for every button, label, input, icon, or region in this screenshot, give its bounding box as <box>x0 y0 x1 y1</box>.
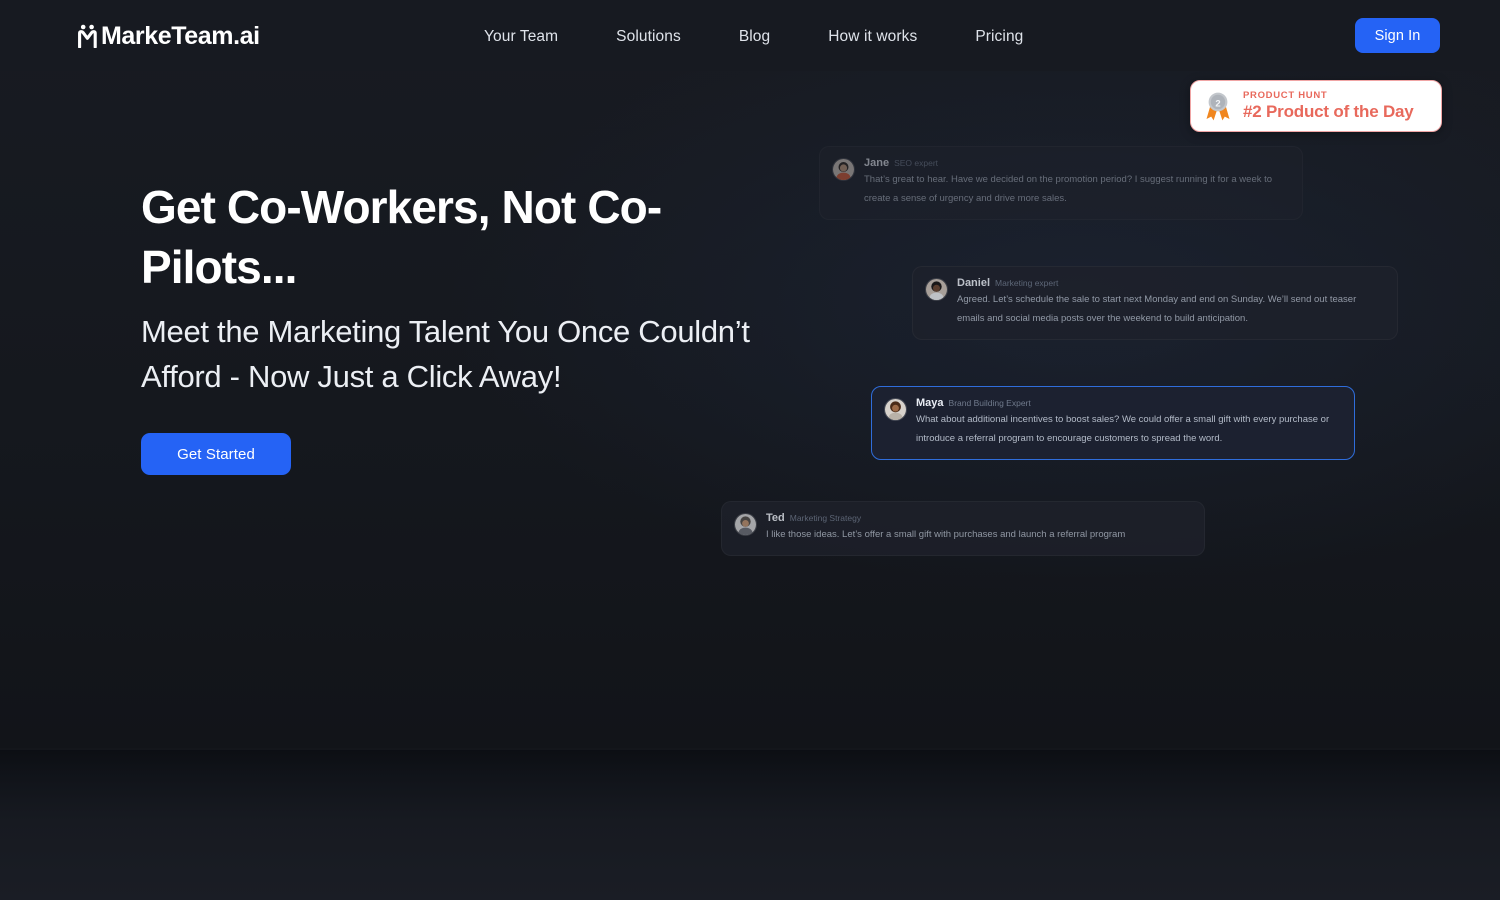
sign-in-button[interactable]: Sign In <box>1355 18 1440 53</box>
chat-message-jane: Jane SEO expert That’s great to hear. Ha… <box>819 146 1303 220</box>
chat-role-daniel: Marketing expert <box>995 278 1059 288</box>
nav-item-solutions[interactable]: Solutions <box>587 22 710 52</box>
product-hunt-kicker: PRODUCT HUNT <box>1243 89 1328 101</box>
nav-item-how-it-works[interactable]: How it works <box>799 22 946 52</box>
product-hunt-text: PRODUCT HUNT #2 Product of the Day <box>1243 90 1414 123</box>
team-cards-row: Maya Brand Marketing <box>0 500 1500 748</box>
chat-author-jane: Jane <box>864 157 890 169</box>
chat-author-daniel: Daniel <box>957 277 991 289</box>
marketeam-logo-icon <box>78 24 100 49</box>
chat-text-daniel: Agreed. Let’s schedule the sale to start… <box>957 294 1357 324</box>
chat-body-maya: Maya Brand Building Expert What about ad… <box>916 397 1340 447</box>
chat-message-daniel: Daniel Marketing expert Agreed. Let’s sc… <box>912 266 1398 340</box>
nav-item-pricing[interactable]: Pricing <box>946 22 1052 52</box>
hero-content: Get Co-Workers, Not Co-Pilots... Meet th… <box>141 178 761 476</box>
nav-item-your-team[interactable]: Your Team <box>455 22 587 52</box>
chat-text-jane: That’s great to hear. Have we decided on… <box>864 174 1273 204</box>
chat-body-daniel: Daniel Marketing expert Agreed. Let’s sc… <box>957 277 1383 327</box>
svg-text:2: 2 <box>1215 98 1220 109</box>
site-header: MarkeTeam.ai Your Team Solutions Blog Ho… <box>0 0 1500 71</box>
product-hunt-title: #2 Product of the Day <box>1243 102 1414 122</box>
product-hunt-badge[interactable]: 2 PRODUCT HUNT #2 Product of the Day <box>1190 80 1442 132</box>
chat-text-maya: What about additional incentives to boos… <box>916 414 1330 444</box>
avatar-daniel <box>925 278 948 301</box>
chat-header-daniel: Daniel Marketing expert <box>957 277 1383 289</box>
chat-message-maya: Maya Brand Building Expert What about ad… <box>871 386 1355 460</box>
chat-role-maya: Brand Building Expert <box>948 398 1031 408</box>
page-title: Get Co-Workers, Not Co-Pilots... <box>141 181 662 293</box>
chat-header-jane: Jane SEO expert <box>864 157 1288 169</box>
avatar-jane <box>832 158 855 181</box>
get-started-button[interactable]: Get Started <box>141 433 291 476</box>
chat-body-jane: Jane SEO expert That’s great to hear. Ha… <box>864 157 1288 207</box>
chat-header-maya: Maya Brand Building Expert <box>916 397 1340 409</box>
nav-item-blog[interactable]: Blog <box>710 22 799 52</box>
chat-author-maya: Maya <box>916 397 944 409</box>
medal-icon: 2 <box>1203 90 1233 122</box>
avatar-maya <box>884 398 907 421</box>
main-navigation: Your Team Solutions Blog How it works Pr… <box>455 22 1052 52</box>
landing-page: MarkeTeam.ai Your Team Solutions Blog Ho… <box>0 0 1500 900</box>
chat-role-jane: SEO expert <box>894 158 939 168</box>
brand-logo[interactable]: MarkeTeam.ai <box>78 20 260 52</box>
brand-logo-text: MarkeTeam.ai <box>101 21 260 50</box>
hero-subtitle: Meet the Marketing Talent You Once Could… <box>141 313 750 395</box>
